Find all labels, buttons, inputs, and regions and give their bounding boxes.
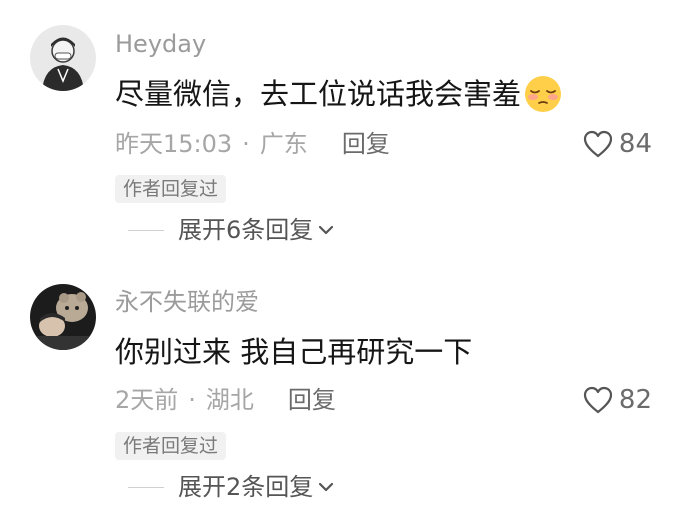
- timestamp: 昨天15:03: [115, 130, 233, 158]
- like-count: 82: [618, 385, 652, 415]
- username[interactable]: Heyday: [115, 29, 206, 59]
- separator: ·: [242, 130, 250, 158]
- expand-replies-label: 展开2条回复: [178, 473, 314, 501]
- reply-button[interactable]: 回复: [288, 385, 336, 415]
- username[interactable]: 永不失联的爱: [115, 287, 259, 317]
- comment-text-body: 尽量微信，去工位说话我会害羞: [115, 77, 522, 111]
- comment-text: 尽量微信，去工位说话我会害羞: [115, 74, 563, 114]
- divider-line: [128, 486, 164, 488]
- like-button[interactable]: 82: [583, 385, 652, 415]
- like-count: 84: [618, 129, 652, 159]
- separator: ·: [188, 386, 196, 414]
- timestamp: 2天前: [115, 386, 179, 414]
- avatar[interactable]: [30, 284, 96, 350]
- chevron-down-icon: [319, 482, 334, 492]
- expand-replies-label: 展开6条回复: [178, 216, 314, 244]
- chevron-down-icon: [319, 225, 334, 235]
- shy-face-emoji-icon: [523, 74, 563, 114]
- like-button[interactable]: 84: [583, 129, 652, 159]
- expand-replies-button[interactable]: 展开6条回复: [128, 215, 335, 245]
- location: 广东: [259, 130, 308, 158]
- location: 湖北: [205, 386, 254, 414]
- avatar-image: [30, 25, 96, 91]
- heart-outline-icon: [583, 386, 613, 414]
- expand-replies-button[interactable]: 展开2条回复: [128, 472, 335, 502]
- author-replied-badge: 作者回复过: [115, 175, 227, 203]
- comment-meta: 昨天15:03 · 广东 回复: [115, 129, 390, 159]
- avatar-image: [30, 284, 96, 350]
- divider-line: [128, 229, 164, 231]
- avatar[interactable]: [30, 25, 96, 91]
- comment-text-body: 你别过来 我自己再研究一下: [115, 335, 473, 369]
- heart-outline-icon: [583, 130, 613, 158]
- reply-button[interactable]: 回复: [342, 129, 390, 159]
- comment-list: Heyday 尽量微信，去工位说话我会害羞 昨天15:03 · 广东 回复 84…: [0, 0, 690, 520]
- comment-text: 你别过来 我自己再研究一下: [115, 333, 472, 371]
- comment-meta: 2天前 · 湖北 回复: [115, 385, 336, 415]
- author-replied-badge: 作者回复过: [115, 432, 227, 460]
